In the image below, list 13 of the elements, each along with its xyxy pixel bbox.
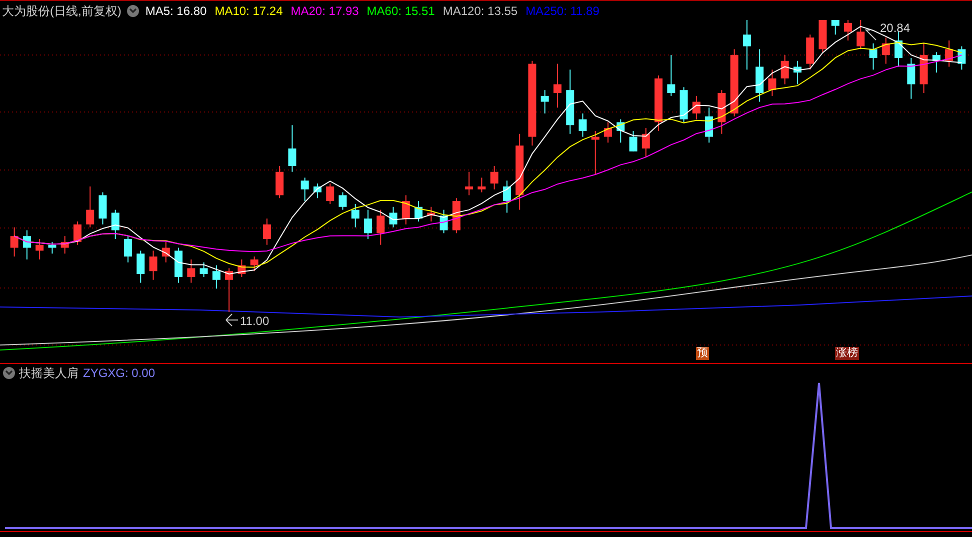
moving-average-reading: MA5: 16.80 [145,2,207,20]
moving-average-reading: MA120: 13.55 [442,2,518,20]
indicator-reading: ZYGXG: 0.00 [83,364,156,382]
high-price-label: 20.84 [880,21,910,35]
moving-average-reading: MA10: 17.24 [214,2,283,20]
low-price-label: 11.00 [240,314,270,328]
chart-marker-tag: 预 [696,347,709,360]
moving-average-reading: MA250: 11.89 [526,2,600,20]
moving-average-reading: MA20: 17.93 [290,2,359,20]
moving-average-reading: MA60: 15.51 [366,2,435,20]
chart-marker-tag: 涨榜 [835,347,859,360]
indicator-title: 扶摇美人肩 [19,364,79,382]
chart-title: 大为股份(日线,前复权) [2,2,122,20]
